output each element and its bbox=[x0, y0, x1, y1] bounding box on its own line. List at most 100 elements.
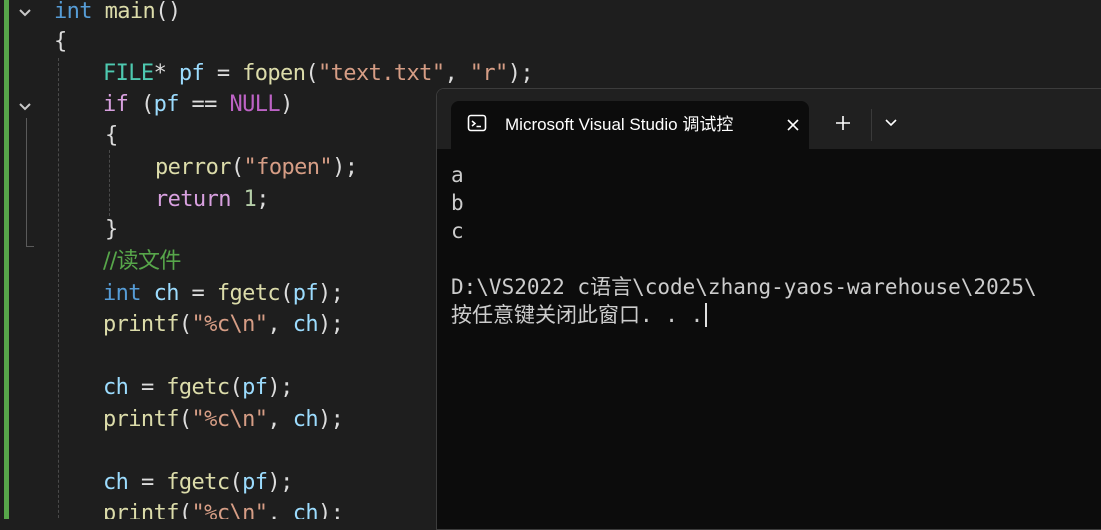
punctuation: ); bbox=[507, 61, 534, 86]
code-line[interactable]: ch = fgetc(pf); bbox=[103, 372, 293, 404]
variable: pf bbox=[153, 92, 180, 117]
variable: pf bbox=[292, 281, 319, 306]
code-line[interactable]: int ch = fgetc(pf); bbox=[103, 278, 344, 310]
variable: pf bbox=[242, 470, 268, 495]
output-line: a bbox=[451, 163, 464, 187]
function-name: main bbox=[104, 0, 156, 24]
close-icon[interactable] bbox=[783, 115, 803, 135]
string-literal: "r" bbox=[469, 61, 509, 86]
fold-if-chevron-down-icon[interactable] bbox=[14, 96, 36, 118]
punctuation: ); bbox=[267, 470, 293, 495]
tab-title: Microsoft Visual Studio 调试控 bbox=[505, 115, 734, 134]
variable: pf bbox=[242, 375, 268, 400]
output-line: c bbox=[451, 219, 464, 243]
punctuation: ( bbox=[178, 407, 192, 432]
punctuation: () bbox=[155, 0, 181, 24]
punctuation: ( bbox=[229, 470, 243, 495]
terminal-window[interactable]: Microsoft Visual Studio 调试控 a b c D:\VS2… bbox=[436, 88, 1101, 530]
string-literal: "text.txt" bbox=[318, 61, 445, 86]
punctuation: ( bbox=[178, 501, 192, 519]
type-name: FILE bbox=[103, 61, 154, 86]
punctuation: ; bbox=[256, 187, 269, 212]
punctuation: ); bbox=[318, 501, 344, 519]
variable: ch bbox=[103, 375, 129, 400]
punctuation: ( bbox=[280, 281, 293, 306]
fold-region-line bbox=[26, 118, 27, 246]
punctuation: ( bbox=[178, 312, 192, 337]
punctuation: ( bbox=[305, 61, 319, 86]
punctuation: ( bbox=[230, 155, 244, 180]
punctuation: , bbox=[267, 501, 293, 519]
function-name: fgetc bbox=[166, 375, 230, 400]
punctuation: * bbox=[153, 61, 179, 86]
function-name: fopen bbox=[242, 61, 306, 86]
text-cursor bbox=[705, 303, 708, 327]
punctuation: , bbox=[444, 61, 470, 86]
variable: pf bbox=[178, 61, 205, 86]
brace: } bbox=[105, 217, 118, 242]
string-literal: "fopen" bbox=[243, 155, 333, 180]
punctuation: ( bbox=[229, 375, 243, 400]
code-line[interactable]: } bbox=[105, 214, 118, 246]
brace: { bbox=[105, 123, 118, 148]
plus-icon[interactable] bbox=[829, 109, 857, 137]
punctuation: , bbox=[267, 407, 293, 432]
fold-main-chevron-down-icon[interactable] bbox=[14, 2, 36, 24]
number-literal: 1 bbox=[243, 187, 257, 212]
close-prompt-text: 按任意键关闭此窗口. . . bbox=[451, 303, 704, 327]
change-tracking-bar bbox=[4, 0, 9, 519]
code-line[interactable]: int main() bbox=[54, 0, 181, 28]
keyword: int bbox=[54, 0, 93, 24]
variable: ch bbox=[292, 501, 319, 519]
terminal-titlebar[interactable]: Microsoft Visual Studio 调试控 bbox=[437, 89, 1101, 149]
console-output[interactable]: a b c D:\VS2022 c语言\code\zhang-yaos-ware… bbox=[451, 161, 1101, 329]
keyword: int bbox=[103, 281, 142, 306]
variable: ch bbox=[292, 312, 319, 337]
code-line[interactable]: ch = fgetc(pf); bbox=[103, 467, 293, 499]
operator: = bbox=[204, 61, 243, 86]
code-line[interactable]: if (pf == NULL) bbox=[103, 89, 293, 121]
code-line[interactable]: FILE* pf = fopen("text.txt", "r"); bbox=[103, 58, 534, 90]
code-line[interactable]: { bbox=[105, 120, 118, 152]
function-name: perror bbox=[155, 155, 231, 180]
function-name: printf bbox=[103, 501, 179, 519]
fold-region-end bbox=[26, 246, 34, 247]
terminal-tab[interactable]: Microsoft Visual Studio 调试控 bbox=[451, 101, 809, 149]
function-name: printf bbox=[103, 407, 179, 432]
punctuation: , bbox=[267, 312, 293, 337]
output-line: b bbox=[451, 191, 464, 215]
punctuation: ); bbox=[318, 407, 344, 432]
code-line[interactable]: printf("%c\n", ch); bbox=[103, 498, 344, 519]
punctuation: ( bbox=[128, 92, 154, 117]
punctuation: ); bbox=[267, 375, 293, 400]
chevron-down-icon[interactable] bbox=[879, 111, 903, 135]
string-literal: "%c\n" bbox=[191, 407, 268, 432]
punctuation: ) bbox=[280, 92, 293, 117]
comment: //读文件 bbox=[103, 249, 181, 274]
indent-guide bbox=[58, 58, 59, 519]
operator: == bbox=[178, 92, 230, 117]
control-keyword: if bbox=[103, 92, 129, 117]
code-line[interactable]: printf("%c\n", ch); bbox=[103, 404, 344, 436]
code-line[interactable]: printf("%c\n", ch); bbox=[103, 309, 344, 341]
control-keyword: return bbox=[155, 187, 231, 212]
code-line[interactable]: { bbox=[54, 26, 67, 58]
function-name: fgetc bbox=[166, 470, 230, 495]
indent-guide bbox=[109, 150, 110, 216]
function-name: fgetc bbox=[216, 281, 281, 306]
terminal-icon bbox=[467, 113, 487, 133]
code-line[interactable]: //读文件 bbox=[103, 246, 181, 278]
brace: { bbox=[54, 29, 67, 54]
punctuation bbox=[231, 187, 244, 212]
string-literal: "%c\n" bbox=[191, 312, 268, 337]
operator: = bbox=[128, 375, 167, 400]
variable: ch bbox=[103, 470, 129, 495]
code-line[interactable]: perror("fopen"); bbox=[155, 152, 358, 184]
tab-separator bbox=[871, 109, 872, 141]
punctuation: ); bbox=[318, 281, 344, 306]
punctuation bbox=[141, 281, 154, 306]
macro: NULL bbox=[229, 92, 281, 117]
string-literal: "%c\n" bbox=[191, 501, 268, 519]
code-line[interactable]: return 1; bbox=[155, 184, 269, 216]
